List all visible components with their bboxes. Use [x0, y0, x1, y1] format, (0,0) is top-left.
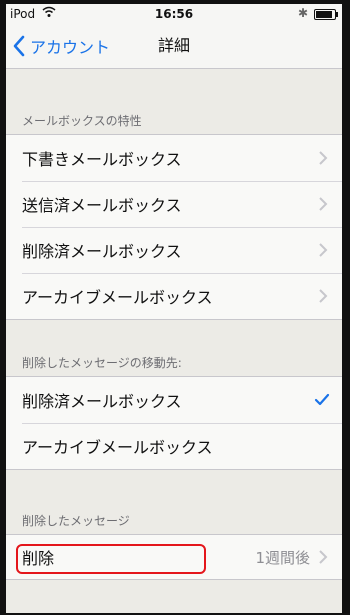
row-archive-mailbox[interactable]: アーカイブメールボックス — [6, 273, 342, 319]
nav-bar: アカウント 詳細 — [6, 24, 342, 69]
checkmark-icon — [314, 393, 330, 406]
mailbox-group: 下書きメールボックス 送信済メールボックス 削除済メールボックス アーカイブメー… — [6, 134, 342, 320]
screen: iPod 16:56 ✱ アカウント 詳細 メールボックスの特性 下書きメールボ… — [6, 4, 342, 613]
section-header-deleted-messages: 削除したメッセージ — [22, 514, 130, 528]
highlight-annotation — [16, 544, 206, 574]
page-title: 詳細 — [157, 36, 190, 55]
bluetooth-icon: ✱ — [297, 6, 308, 20]
chevron-right-icon — [319, 197, 328, 211]
row-label: 下書きメールボックス — [22, 150, 182, 169]
chevron-right-icon — [319, 289, 328, 303]
row-sent-mailbox[interactable]: 送信済メールボックス — [6, 181, 342, 227]
battery-icon — [314, 9, 338, 20]
status-bar: iPod 16:56 ✱ — [6, 4, 342, 24]
status-time: 16:56 — [154, 7, 194, 21]
row-label: 送信済メールボックス — [22, 196, 182, 215]
remove-after-value: 1週間後 — [255, 548, 310, 567]
row-label: アーカイブメールボックス — [22, 438, 213, 457]
row-deleted-mailbox[interactable]: 削除済メールボックス — [6, 227, 342, 273]
row-drafts-mailbox[interactable]: 下書きメールボックス — [6, 135, 342, 181]
section-header-move-to: 削除したメッセージの移動先: — [22, 356, 182, 370]
option-deleted-mailbox[interactable]: 削除済メールボックス — [6, 377, 342, 423]
section-header-mailbox: メールボックスの特性 — [22, 114, 142, 128]
row-label: アーカイブメールボックス — [22, 288, 213, 307]
chevron-right-icon — [319, 243, 328, 257]
row-label: 削除済メールボックス — [22, 392, 182, 411]
row-label: 削除済メールボックス — [22, 242, 182, 261]
battery-level — [316, 11, 333, 18]
move-to-group: 削除済メールボックス アーカイブメールボックス — [6, 376, 342, 470]
option-archive-mailbox[interactable]: アーカイブメールボックス — [6, 423, 342, 469]
chevron-right-icon — [319, 550, 328, 564]
chevron-right-icon — [319, 151, 328, 165]
